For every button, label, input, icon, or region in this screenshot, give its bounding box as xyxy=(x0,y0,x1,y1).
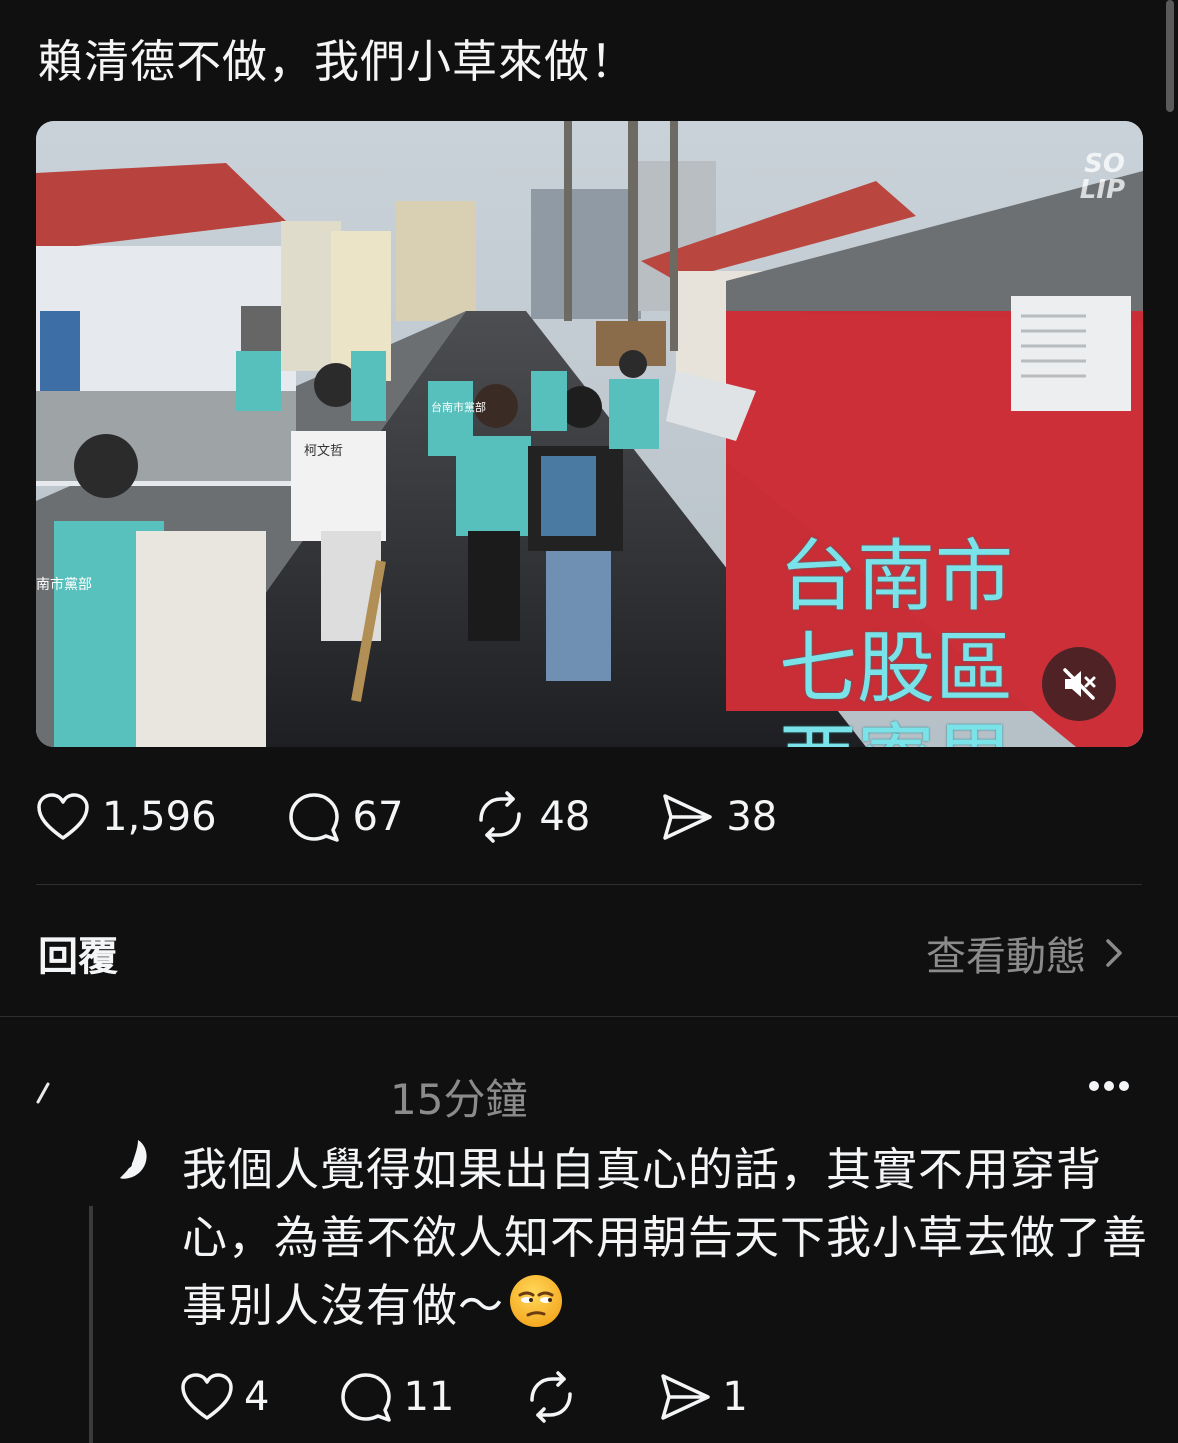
caption-line-1: 台南市 xyxy=(778,532,1013,622)
like-button[interactable]: 1,596 xyxy=(36,792,217,842)
video-caption: 台南市 七股區 西寮里 xyxy=(776,531,1016,747)
reply-actions: 4 11 1 xyxy=(180,1370,818,1424)
repost-count: 48 xyxy=(539,794,591,840)
divider xyxy=(0,1016,1178,1017)
reply-share-button[interactable]: 1 xyxy=(658,1370,748,1424)
vest-label-2: 台南市黨部 xyxy=(431,400,486,414)
caption-line-3: 西寮里 xyxy=(776,715,1016,747)
reply-comment-button[interactable]: 11 xyxy=(339,1370,454,1424)
vest-label-1: 柯文哲 xyxy=(304,444,343,459)
comment-icon xyxy=(341,1373,392,1422)
divider xyxy=(36,884,1142,885)
mute-button[interactable] xyxy=(1042,647,1116,721)
reply-timestamp: 15分鐘 xyxy=(390,1075,528,1124)
watermark-line-1: SO xyxy=(1084,149,1125,179)
post-actions: 1,596 67 48 38 xyxy=(36,786,847,848)
reply-avatar[interactable] xyxy=(116,1136,152,1184)
reply-body: 我個人覺得如果出自真心的話，其實不用穿背心，為善不欲人知不用朝告天下我小草去做了… xyxy=(182,1143,1149,1332)
comment-icon xyxy=(288,793,339,842)
send-icon xyxy=(663,794,713,840)
scrollbar[interactable] xyxy=(1166,0,1174,112)
view-activity-label: 查看動態 xyxy=(926,934,1086,980)
reply-like-button[interactable]: 4 xyxy=(180,1372,269,1422)
send-icon xyxy=(661,1374,711,1420)
repost-icon xyxy=(530,1371,573,1423)
reply-comment-count: 11 xyxy=(403,1374,455,1420)
unamused-face-emoji xyxy=(510,1275,563,1327)
heart-icon xyxy=(37,793,89,840)
avatar[interactable] xyxy=(36,1082,50,1104)
reply-share-count: 1 xyxy=(722,1374,748,1420)
chevron-right-icon xyxy=(1106,939,1122,967)
share-button[interactable]: 38 xyxy=(660,790,777,844)
repost-button[interactable]: 48 xyxy=(473,790,590,844)
watermark-line-2: LIP xyxy=(1079,175,1125,205)
view-activity-link[interactable]: 查看動態 xyxy=(926,924,1124,982)
replies-header: 回覆 xyxy=(38,934,118,980)
vest-label-3: 南市黨部 xyxy=(36,576,92,593)
speaker-muted-icon xyxy=(1063,668,1096,700)
heart-icon xyxy=(181,1373,233,1420)
reply-like-count: 4 xyxy=(244,1374,270,1420)
comment-button[interactable]: 67 xyxy=(287,790,404,844)
thread-line xyxy=(89,1206,93,1443)
reply-text: 我個人覺得如果出自真心的話，其實不用穿背心，為善不欲人知不用朝告天下我小草去做了… xyxy=(182,1136,1152,1340)
post-video[interactable]: 柯文哲 台南市黨部 南市黨部 SO LIP 台南市 七股區 西寮里 xyxy=(36,121,1143,747)
post-text: 賴清德不做，我們小草來做！ xyxy=(38,35,637,88)
share-count: 38 xyxy=(726,794,778,840)
video-watermark: SO LIP xyxy=(1080,151,1125,203)
reply-repost-button[interactable] xyxy=(524,1370,588,1424)
like-count: 1,596 xyxy=(102,794,217,840)
repost-icon xyxy=(479,791,522,843)
caption-line-2: 七股區 xyxy=(778,624,1013,714)
comment-count: 67 xyxy=(352,794,404,840)
more-options-icon[interactable] xyxy=(1088,1080,1130,1092)
